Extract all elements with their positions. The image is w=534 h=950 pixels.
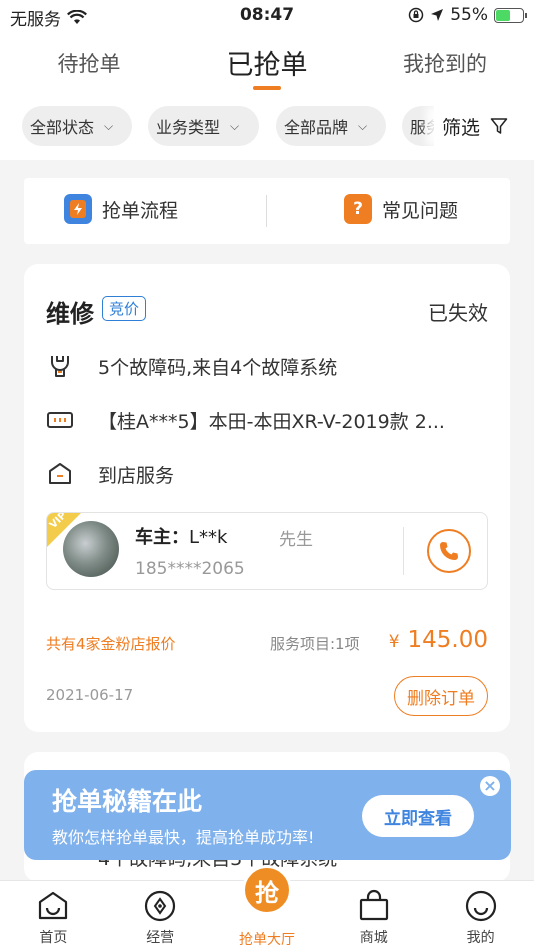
question-icon: ?	[344, 194, 372, 224]
faq-link[interactable]: ? 常见问题	[344, 194, 458, 224]
store-icon	[49, 463, 71, 484]
vehicle-row: 【桂A***5】本田-本田XR-V-2019款 2...	[46, 406, 490, 434]
active-tab-indicator	[253, 86, 281, 90]
divider	[266, 195, 267, 227]
order-tabs: 待抢单 已抢单 我抢到的	[0, 30, 534, 94]
shopping-bag-icon	[359, 889, 388, 921]
nav-grab-hall[interactable]: 抢 抢单大厅	[214, 865, 321, 950]
tab-won[interactable]: 我抢到的	[356, 30, 534, 94]
home-icon	[39, 891, 68, 920]
view-now-button[interactable]: 立即查看	[362, 795, 474, 837]
delete-order-label: 删除订单	[407, 688, 475, 709]
currency-symbol: ¥	[388, 632, 400, 652]
close-icon[interactable]: ×	[480, 776, 500, 796]
wrench-icon	[51, 356, 69, 377]
filter-button-label: 筛选	[442, 116, 481, 139]
nav-business[interactable]: 经营	[107, 881, 214, 950]
price: ¥145.00	[389, 627, 488, 653]
battery-percent: 55%	[450, 5, 488, 25]
grab-flow-label: 抢单流程	[102, 199, 179, 222]
location-icon	[431, 9, 444, 21]
fault-text: 5个故障码,来自4个故障系统	[98, 356, 338, 379]
orientation-lock-icon	[408, 7, 424, 23]
flow-icon	[64, 194, 92, 224]
banner-subtitle: 教你怎样抢单最快，提高抢单成功率!	[52, 828, 315, 847]
tab-won-label: 我抢到的	[403, 52, 487, 76]
filter-business-type-label: 业务类型	[156, 118, 221, 137]
service-row: 到店服务	[46, 460, 490, 488]
chevron-down-icon: ⌵	[230, 118, 240, 133]
tab-grabbed-label: 已抢单	[226, 50, 308, 81]
promo-banner[interactable]: 抢单秘籍在此 教你怎样抢单最快，提高抢单成功率! 立即查看 ×	[24, 770, 511, 860]
divider	[403, 527, 404, 575]
nav-mall[interactable]: 商城	[320, 881, 427, 950]
status-bar: 无服务 08:47 55%	[0, 0, 534, 30]
chevron-down-icon: ⌵	[104, 118, 114, 133]
tab-pending[interactable]: 待抢单	[0, 30, 178, 94]
view-now-label: 立即查看	[384, 808, 452, 829]
quote-count: 共有4家金粉店报价	[46, 635, 176, 653]
tab-pending-label: 待抢单	[57, 52, 121, 76]
filter-brand[interactable]: 全部品牌 ⌵	[276, 106, 386, 146]
compass-icon	[145, 890, 176, 922]
filter-button[interactable]: 筛选	[434, 106, 534, 146]
battery-icon	[494, 7, 527, 23]
owner-name: 车主：L**k	[135, 523, 227, 549]
filter-status-label: 全部状态	[30, 118, 95, 137]
license-plate-icon	[47, 412, 73, 428]
filter-brand-label: 全部品牌	[284, 118, 349, 137]
order-date: 2021-06-17	[46, 686, 134, 704]
order-status: 已失效	[428, 301, 488, 325]
price-value: 145.00	[407, 627, 488, 653]
service-text: 到店服务	[98, 464, 175, 487]
nav-grab-hall-label: 抢单大厅	[238, 932, 295, 948]
funnel-icon	[490, 118, 508, 134]
banner-title: 抢单秘籍在此	[52, 787, 203, 816]
grab-icon: 抢	[241, 865, 292, 915]
order-card[interactable]: 维修 竞价 已失效 5个故障码,来自4个故障系统 【桂A***5】本田-本田XR…	[24, 264, 510, 732]
grab-flow-link[interactable]: 抢单流程	[64, 194, 178, 224]
owner-nick: L**k	[189, 527, 228, 548]
smile-icon	[465, 890, 496, 922]
owner-info: VIP 车主：L**k 先生 185****2065	[46, 512, 488, 590]
owner-title: 先生	[279, 530, 313, 550]
bidding-tag: 竞价	[102, 296, 147, 321]
owner-prefix: 车主：	[135, 527, 189, 548]
service-items: 服务项目:1项	[270, 635, 360, 653]
nav-mine-label: 我的	[466, 930, 495, 946]
nav-home-label: 首页	[39, 930, 68, 946]
help-links-card: 抢单流程 ? 常见问题	[24, 178, 510, 244]
filter-status[interactable]: 全部状态 ⌵	[22, 106, 132, 146]
owner-phone: 185****2065	[135, 559, 245, 579]
order-type: 维修	[46, 300, 94, 328]
call-button[interactable]	[427, 529, 471, 573]
filter-bar: 全部状态 ⌵ 业务类型 ⌵ 全部品牌 ⌵ 服务 筛选	[0, 94, 534, 160]
bottom-nav: 首页 经营 抢 抢单大厅 商城 我的	[0, 865, 534, 950]
nav-home[interactable]: 首页	[0, 881, 107, 950]
nav-business-label: 经营	[146, 930, 175, 946]
faq-label: 常见问题	[382, 199, 459, 222]
nav-mine[interactable]: 我的	[427, 881, 534, 950]
phone-icon	[440, 542, 458, 560]
tab-grabbed[interactable]: 已抢单	[178, 30, 356, 94]
vehicle-text: 【桂A***5】本田-本田XR-V-2019款 2...	[98, 410, 445, 433]
nav-mall-label: 商城	[359, 930, 388, 946]
chevron-down-icon: ⌵	[358, 118, 368, 133]
delete-order-button[interactable]: 删除订单	[394, 676, 488, 716]
avatar	[63, 521, 119, 577]
filter-business-type[interactable]: 业务类型 ⌵	[148, 106, 259, 146]
fault-row: 5个故障码,来自4个故障系统	[46, 352, 490, 380]
